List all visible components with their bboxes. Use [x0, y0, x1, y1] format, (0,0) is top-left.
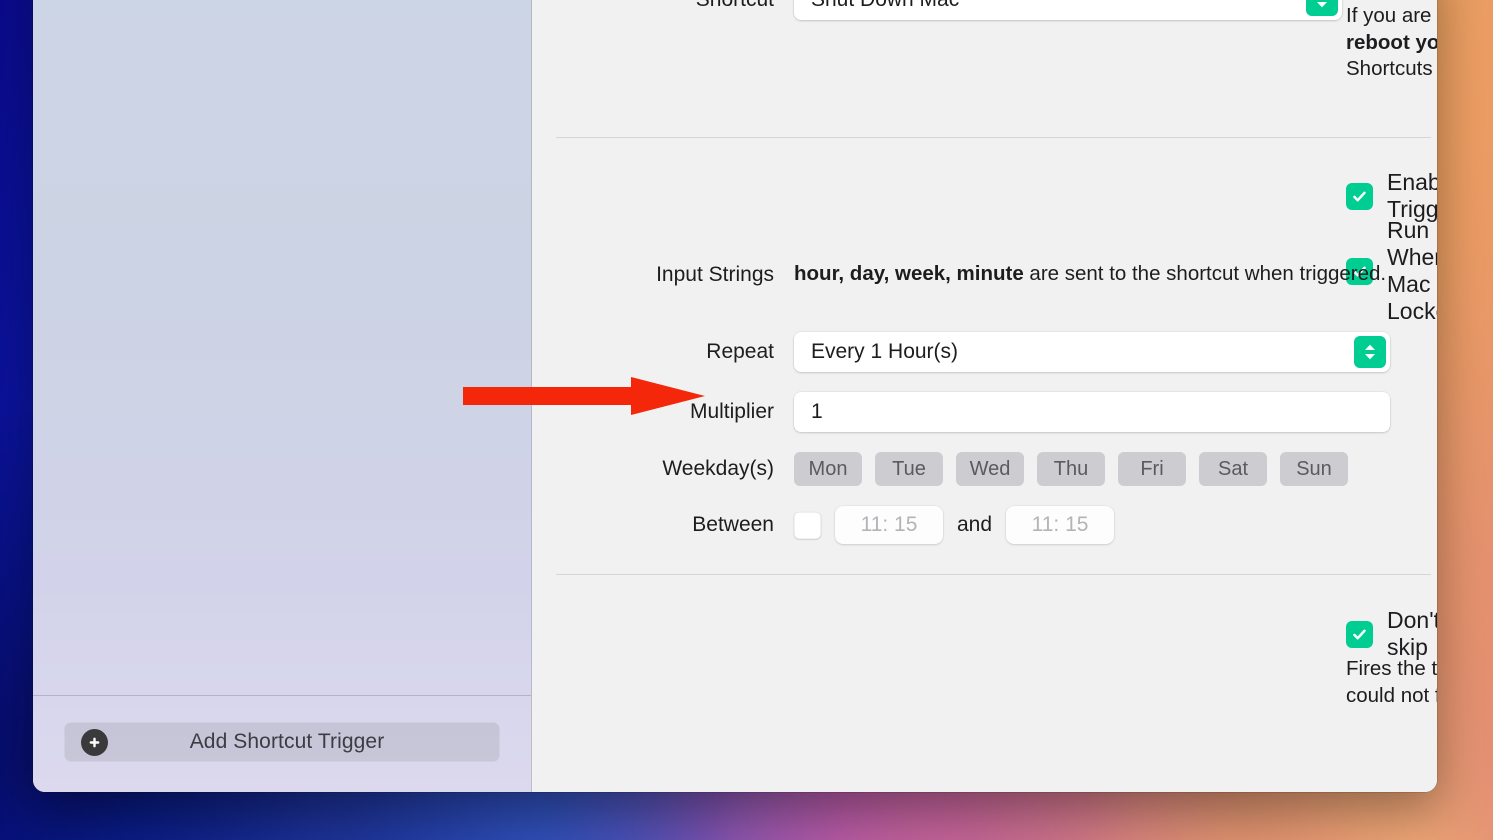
input-strings-text: hour, day, week, minute are sent to the … — [794, 261, 1400, 289]
multiplier-input[interactable]: 1 — [794, 392, 1390, 432]
add-shortcut-trigger-label: Add Shortcut Trigger — [189, 730, 385, 753]
between-row: Between 11: 15 and 11: 15 — [532, 505, 1437, 545]
shortcut-help-text: If you are missing entire folders of Sho… — [1346, 3, 1437, 83]
section-divider-1 — [556, 137, 1431, 138]
enable-trigger-checkbox[interactable] — [1346, 182, 1373, 210]
weekdays-row: Weekday(s) Mon Tue Wed Thu Fri Sat Sun — [532, 449, 1437, 489]
checkmark-icon — [1353, 629, 1366, 639]
input-strings-row: Input Strings hour, day, week, minute ar… — [532, 261, 1437, 289]
chevron-up-down-icon[interactable] — [1306, 0, 1338, 16]
dont-skip-checkbox[interactable] — [1346, 620, 1373, 648]
section-divider-2 — [556, 574, 1431, 575]
dont-skip-description: Fires the timer at a later time (Mac wok… — [1346, 657, 1437, 707]
input-strings-rest: are sent to the shortcut when triggered. — [1023, 262, 1387, 285]
between-controls: 11: 15 and 11: 15 — [794, 506, 1115, 544]
dont-skip-label: Don't skip — [1387, 607, 1437, 660]
multiplier-input-value: 1 — [811, 400, 823, 423]
multiplier-label: Multiplier — [689, 400, 774, 423]
input-strings-bold: hour, day, week, minute — [794, 262, 1024, 285]
shortcut-select[interactable]: Shut Down Mac — [794, 0, 1342, 20]
between-conjunction: and — [957, 513, 993, 536]
multiplier-row: Multiplier 1 — [532, 392, 1437, 432]
shortcut-row: Shortcut Shut Down Mac — [532, 0, 1437, 20]
between-checkbox[interactable] — [794, 511, 821, 539]
input-strings-label: Input Strings — [656, 263, 774, 286]
weekdays-label: Weekday(s) — [662, 457, 774, 480]
between-end-time-field[interactable]: 11: 15 — [1006, 506, 1115, 544]
repeat-label: Repeat — [706, 340, 774, 363]
shortcut-help-line1: If you are missing entire folders of Sho… — [1346, 4, 1437, 27]
repeat-select-value: Every 1 Hour(s) — [811, 340, 959, 363]
weekday-tue[interactable]: Tue — [875, 452, 943, 486]
shortcut-select-value: Shut Down Mac — [794, 0, 959, 12]
weekdays-group: Mon Tue Wed Thu Fri Sat Sun — [794, 452, 1348, 486]
sidebar-divider — [33, 695, 531, 696]
weekday-mon[interactable]: Mon — [794, 452, 862, 486]
checkmark-icon — [1353, 191, 1366, 201]
enable-trigger-row[interactable]: Enable Trigger — [1346, 169, 1437, 223]
weekday-sun[interactable]: Sun — [1280, 452, 1348, 486]
app-window: Add Shortcut Trigger Shortcut Shut Down … — [33, 0, 1437, 792]
weekday-fri[interactable]: Fri — [1118, 452, 1186, 486]
weekday-thu[interactable]: Thu — [1037, 452, 1105, 486]
detail-pane: Shortcut Shut Down Mac — [532, 0, 1437, 792]
repeat-row: Repeat Every 1 Hour(s) — [532, 332, 1437, 372]
enable-trigger-label: Enable Trigger — [1387, 169, 1437, 222]
weekday-wed[interactable]: Wed — [956, 452, 1024, 486]
weekday-sat[interactable]: Sat — [1199, 452, 1267, 486]
between-label: Between — [692, 513, 774, 536]
sidebar: Add Shortcut Trigger — [33, 0, 532, 792]
dont-skip-row[interactable]: Don't skip — [1346, 607, 1437, 661]
plus-circle-icon — [81, 728, 108, 756]
chevron-up-down-icon[interactable] — [1354, 336, 1386, 368]
add-shortcut-trigger-button[interactable]: Add Shortcut Trigger — [64, 722, 500, 762]
between-start-time-field[interactable]: 11: 15 — [835, 506, 943, 544]
repeat-select[interactable]: Every 1 Hour(s) — [794, 332, 1390, 372]
shortcut-label: Shortcut — [532, 0, 794, 20]
